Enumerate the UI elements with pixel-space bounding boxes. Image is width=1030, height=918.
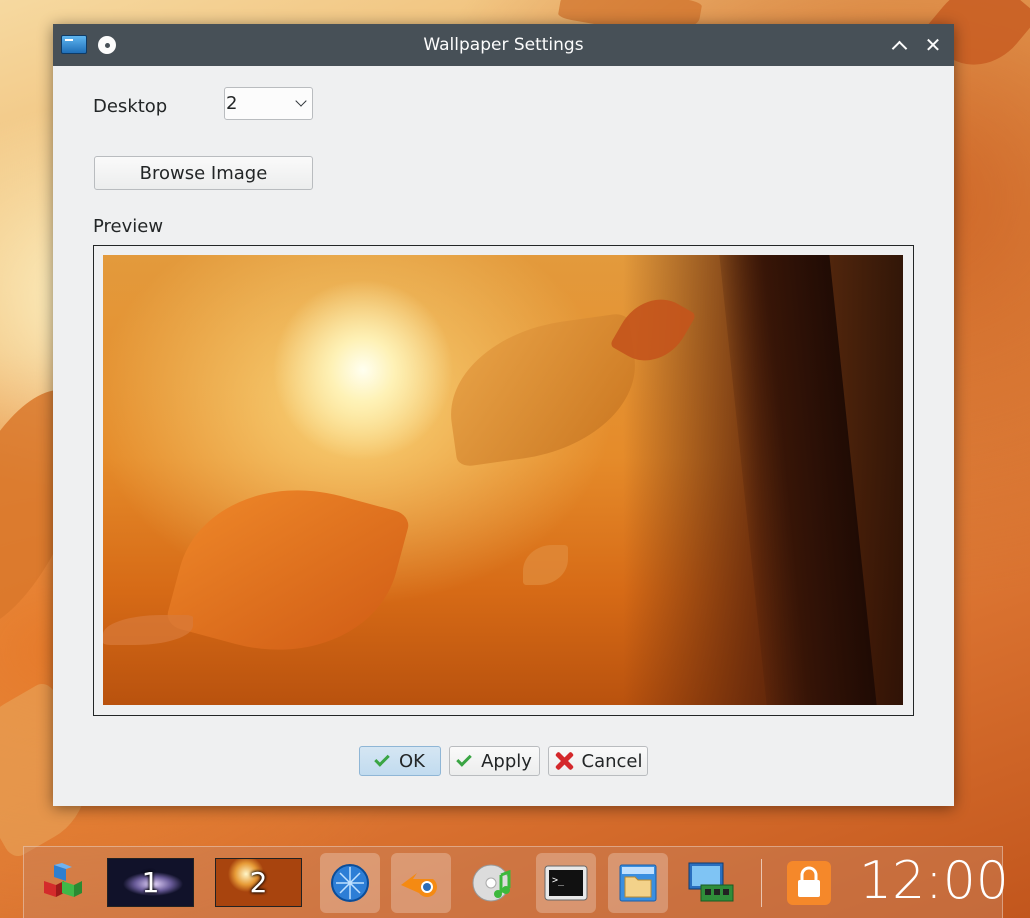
tree-trunk-shape: [719, 255, 877, 705]
desktop-2-pager[interactable]: 2: [215, 858, 302, 907]
maximize-button[interactable]: [887, 33, 911, 57]
terminal-icon: >_: [544, 865, 588, 901]
svg-text:>_: >_: [552, 875, 565, 886]
cancel-button[interactable]: Cancel: [548, 746, 648, 776]
preview-frame: [93, 245, 914, 716]
close-button[interactable]: ✕: [921, 33, 945, 57]
apply-button[interactable]: Apply: [449, 746, 540, 776]
leaf-shape: [103, 615, 193, 645]
apply-label: Apply: [481, 750, 532, 772]
desktop-1-label: 1: [141, 866, 160, 899]
title-bar: Wallpaper Settings ✕: [53, 24, 954, 66]
app-menu-button[interactable]: [32, 853, 92, 913]
leaf-shape: [523, 545, 568, 585]
system-monitor-button[interactable]: [681, 853, 741, 913]
web-browser-button[interactable]: [320, 853, 380, 913]
blender-button[interactable]: [391, 853, 451, 913]
chevron-up-icon: [891, 40, 907, 56]
wallpaper-settings-window: Wallpaper Settings ✕ Desktop 2 Browse Im…: [53, 24, 954, 806]
lock-screen-button[interactable]: [779, 853, 839, 913]
web-browser-icon: [331, 864, 369, 902]
on-all-desktops-icon[interactable]: [98, 36, 116, 54]
preview-label: Preview: [93, 216, 164, 237]
check-icon: [374, 751, 390, 767]
wallpaper-preview-image: [103, 255, 903, 705]
desktop-1-pager[interactable]: 1: [107, 858, 194, 907]
check-icon: [456, 751, 472, 767]
app-menu-icon: [44, 863, 82, 897]
file-manager-icon: [619, 864, 657, 902]
clock[interactable]: 12:00: [859, 851, 1009, 911]
system-monitor-icon: [688, 862, 734, 902]
leaf-shape: [164, 460, 412, 680]
taskbar-separator: [761, 859, 762, 907]
browse-image-button[interactable]: Browse Image: [94, 156, 313, 190]
cancel-label: Cancel: [581, 750, 643, 772]
lock-icon: [787, 861, 831, 905]
music-player-icon: [472, 864, 511, 902]
music-player-button[interactable]: [463, 853, 523, 913]
desktop-select-value: 2: [226, 93, 238, 114]
taskbar: 1 2 >_ 12:00: [23, 846, 1009, 918]
window-app-icon[interactable]: [61, 35, 87, 54]
desktop-select[interactable]: 2: [224, 87, 313, 120]
browse-image-label: Browse Image: [139, 162, 268, 184]
chevron-down-icon: [295, 95, 307, 107]
desktop-label: Desktop: [93, 96, 168, 117]
terminal-button[interactable]: >_: [536, 853, 596, 913]
blender-icon: [401, 873, 437, 897]
file-manager-button[interactable]: [608, 853, 668, 913]
cancel-x-icon: [554, 751, 574, 771]
close-icon: ✕: [924, 33, 942, 57]
desktop-2-label: 2: [249, 866, 268, 899]
ok-button[interactable]: OK: [359, 746, 441, 776]
ok-label: OK: [399, 750, 425, 772]
window-title: Wallpaper Settings: [423, 35, 584, 55]
